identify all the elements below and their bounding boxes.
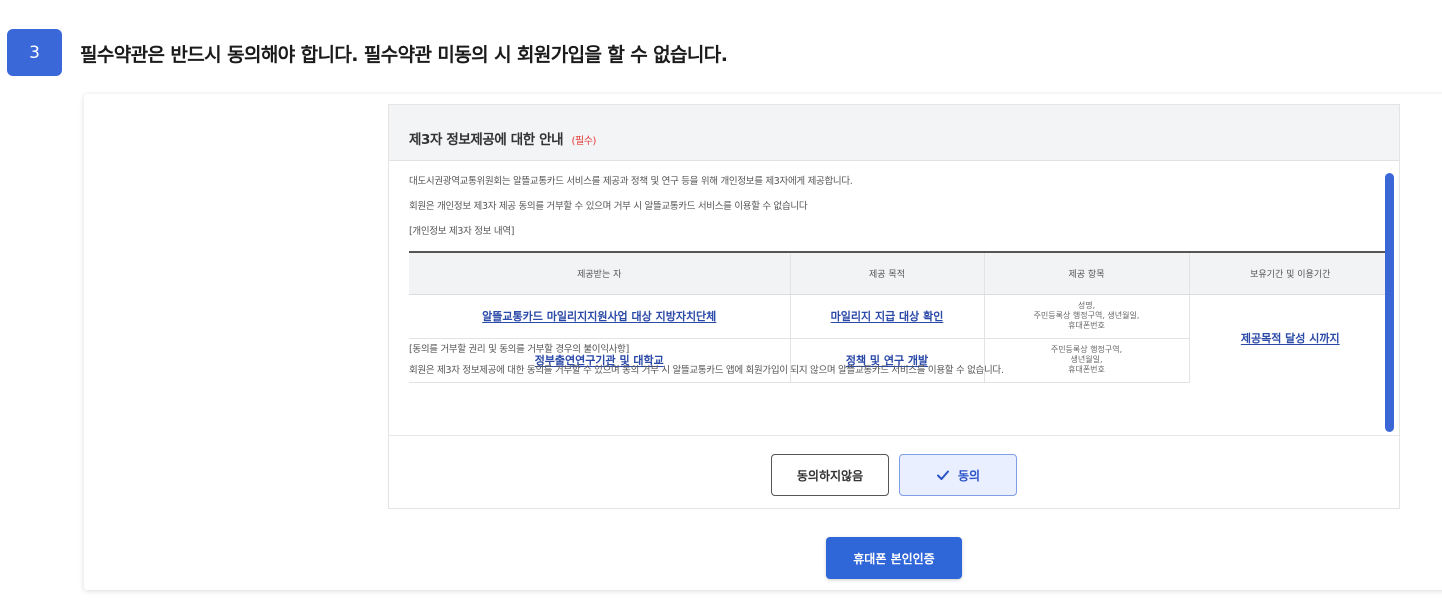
column-header: 제공 목적 bbox=[789, 251, 984, 295]
third-party-consent-panel: 제3자 정보제공에 대한 안내 (필수) 대도시권광역교통위원회는 알뜰교통카드… bbox=[388, 104, 1400, 509]
recipient-link[interactable]: 알뜰교통카드 마일리지지원사업 대상 지방자치단체 bbox=[482, 310, 716, 323]
panel-body[interactable]: 대도시권광역교통위원회는 알뜰교통카드 서비스를 제공과 정책 및 연구 등을 … bbox=[389, 161, 1399, 434]
item-text: 휴대폰번호 bbox=[1068, 321, 1105, 330]
refusal-text: 회원은 제3자 정보제공에 대한 동의를 거부할 수 있으며 동의 거부 시 알… bbox=[409, 365, 1004, 376]
refusal-heading: [동의를 거부할 권리 및 동의를 거부할 경우의 불이익사항] bbox=[409, 344, 629, 355]
item-text: 주민등록상 행정구역, 생년월일, bbox=[1033, 311, 1140, 320]
intro-line: 대도시권광역교통위원회는 알뜰교통카드 서비스를 제공과 정책 및 연구 등을 … bbox=[409, 176, 853, 187]
agree-label: 동의 bbox=[957, 468, 981, 483]
item-text: 성명, bbox=[1077, 301, 1096, 310]
disagree-button[interactable]: 동의하지않음 bbox=[771, 454, 889, 496]
check-icon bbox=[936, 470, 949, 480]
table-header-row: 제공받는 자 제공 목적 제공 항목 보유기간 및 이용기간 bbox=[409, 251, 1391, 295]
instruction-text: 필수약관은 반드시 동의해야 합니다. 필수약관 미동의 시 회원가입을 할 수… bbox=[80, 44, 728, 66]
refusal-notice: [동의를 거부할 권리 및 동의를 거부할 경우의 불이익사항] 회원은 제3자… bbox=[409, 341, 1004, 383]
column-header: 제공받는 자 bbox=[409, 251, 790, 295]
items-cell: 성명, 주민등록상 행정구역, 생년월일, 휴대폰번호 bbox=[983, 294, 1189, 339]
panel-title: 제3자 정보제공에 대한 안내 bbox=[409, 132, 564, 148]
column-header: 보유기간 및 이용기간 bbox=[1188, 251, 1391, 295]
column-header: 제공 항목 bbox=[983, 251, 1189, 295]
items-cell: 주민등록상 행정구역, 생년월일, 휴대폰번호 bbox=[983, 338, 1189, 383]
intro-line: 회원은 개인정보 제3자 제공 동의를 거부할 수 있으며 거부 시 알뜰교통카… bbox=[409, 201, 808, 212]
recipient-cell: 알뜰교통카드 마일리지지원사업 대상 지방자치단체 bbox=[409, 294, 790, 339]
panel-footer: 동의하지않음 동의 bbox=[389, 435, 1399, 509]
purpose-link[interactable]: 마일리지 지급 대상 확인 bbox=[831, 310, 944, 323]
retention-link[interactable]: 제공목적 달성 시까지 bbox=[1241, 332, 1340, 345]
panel-header: 제3자 정보제공에 대한 안내 (필수) bbox=[389, 105, 1399, 161]
table-row: 알뜰교통카드 마일리지지원사업 대상 지방자치단체 마일리지 지급 대상 확인 … bbox=[409, 294, 1391, 382]
retention-cell: 제공목적 달성 시까지 bbox=[1188, 294, 1391, 382]
item-text: 생년월일, bbox=[1070, 355, 1103, 364]
purpose-cell: 마일리지 지급 대상 확인 bbox=[789, 294, 984, 339]
agree-button[interactable]: 동의 bbox=[899, 454, 1017, 496]
step-number-badge: 3 bbox=[7, 29, 62, 76]
item-text: 휴대폰번호 bbox=[1068, 365, 1105, 374]
required-label: (필수) bbox=[571, 136, 597, 147]
item-text: 주민등록상 행정구역, bbox=[1050, 345, 1123, 354]
phone-verification-button[interactable]: 휴대폰 본인인증 bbox=[826, 537, 962, 579]
intro-line: [개인정보 제3자 정보 내역] bbox=[409, 226, 515, 237]
scrollbar-thumb[interactable] bbox=[1385, 173, 1394, 432]
